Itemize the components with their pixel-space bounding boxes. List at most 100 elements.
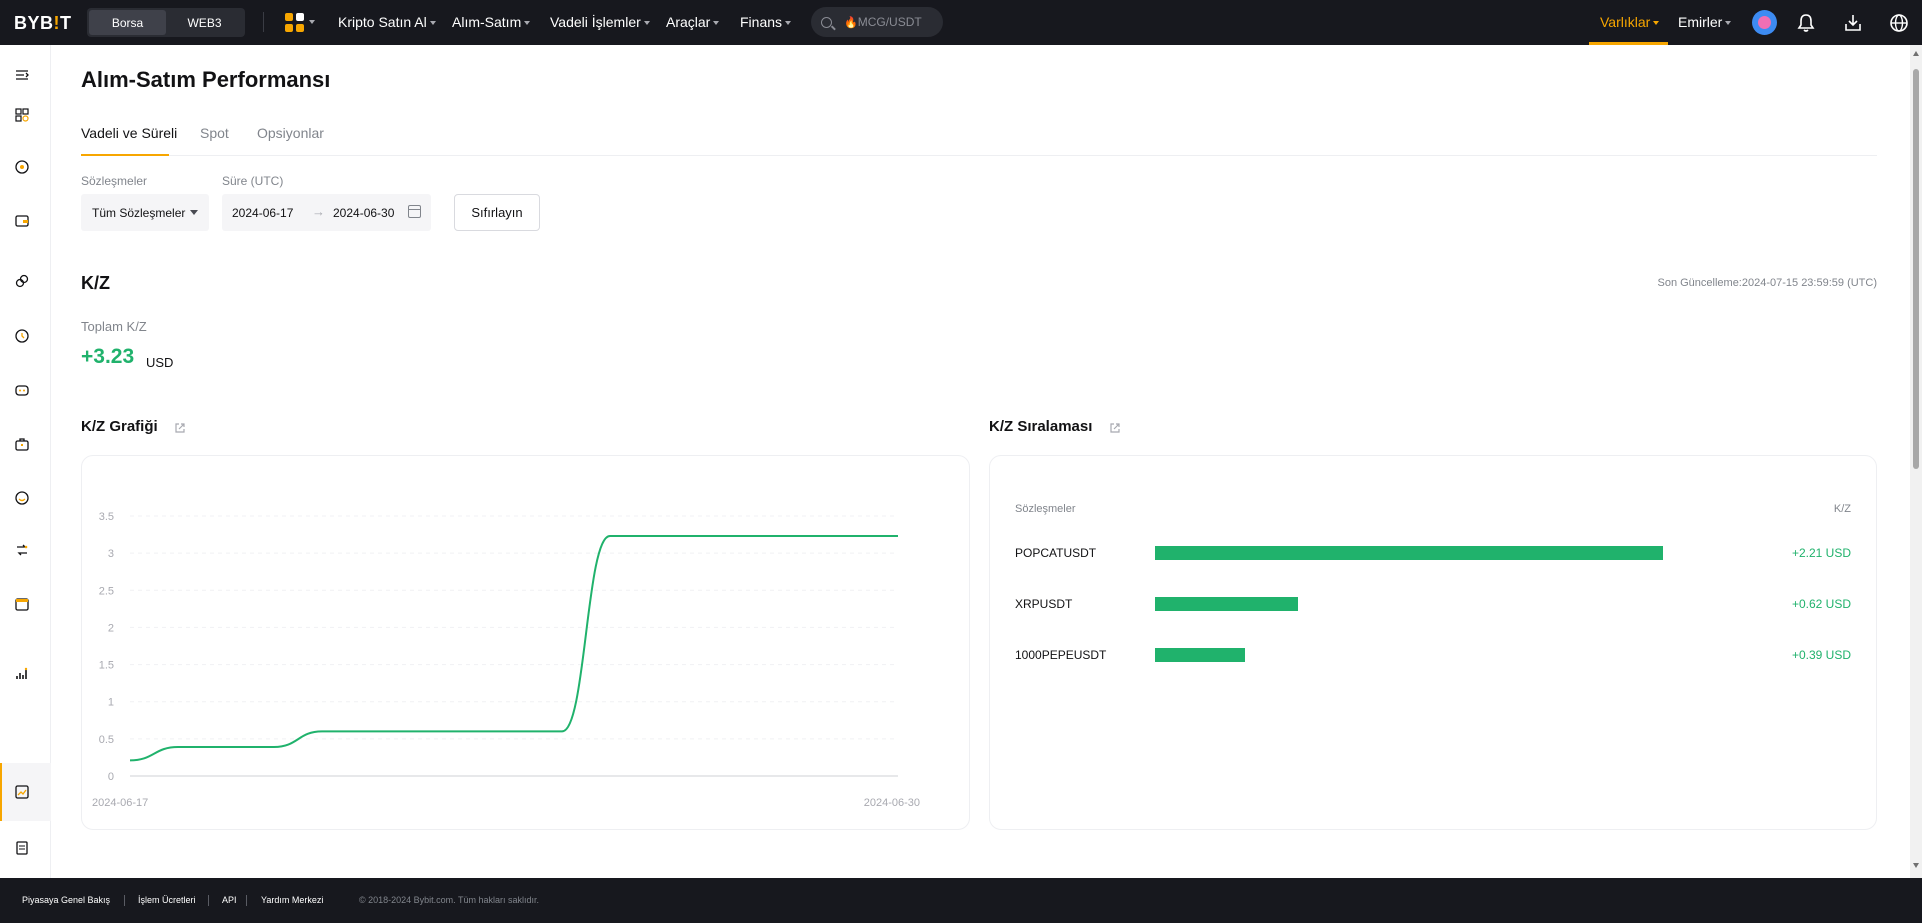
- chevron-down-icon: [309, 20, 315, 24]
- ranking-col-contract: Sözleşmeler: [1015, 503, 1076, 515]
- ranking-symbol: POPCATUSDT: [1015, 546, 1097, 560]
- segment-borsa[interactable]: Borsa: [89, 10, 166, 35]
- earn-icon[interactable]: [14, 490, 30, 506]
- date-range-picker[interactable]: 2024-06-17 → 2024-06-30: [222, 194, 431, 231]
- document-icon[interactable]: [14, 840, 30, 856]
- footer-divider: [246, 895, 247, 906]
- ranking-row: POPCATUSDT +2.21 USD: [990, 544, 1876, 564]
- ranking-bar: [1155, 546, 1663, 560]
- y-tick-label: 0.5: [99, 734, 114, 746]
- ranking-symbol: 1000PEPEUSDT: [1015, 648, 1107, 662]
- footer-link-market-overview[interactable]: Piyasaya Genel Bakış: [22, 895, 110, 905]
- chevron-down-icon: [1653, 21, 1660, 26]
- pnl-chart-card: 0 0.5 1 1.5 2 2.5 3 3.5 2024-06-17 2024-06-30: [81, 455, 970, 830]
- arrow-right-icon: →: [312, 204, 325, 219]
- tab-spot[interactable]: Spot: [200, 125, 229, 141]
- copy-trading-icon[interactable]: [14, 542, 30, 558]
- ranking-col-pnl: K/Z: [1833, 503, 1851, 515]
- ranking-pnl-value: +0.39 USD: [1791, 648, 1851, 662]
- nav-orders[interactable]: Emirler: [1678, 14, 1732, 30]
- pnl-chart-title: K/Z Grafiği: [81, 418, 158, 435]
- avatar[interactable]: [1752, 10, 1777, 35]
- segment-web3[interactable]: WEB3: [166, 10, 243, 35]
- search-input[interactable]: 🔥MCG/USDT: [811, 7, 943, 37]
- nav-trade[interactable]: Alım-Satım: [452, 14, 531, 30]
- chart-bars-icon[interactable]: [14, 666, 30, 682]
- ranking-symbol: XRPUSDT: [1015, 597, 1073, 611]
- contracts-select-value: Tüm Sözleşmeler: [92, 205, 186, 220]
- tab-options[interactable]: Opsiyonlar: [257, 125, 324, 141]
- ranking-pnl-value: +2.21 USD: [1791, 546, 1851, 560]
- page-title: Alım-Satım Performansı: [81, 67, 331, 92]
- exchange-web3-toggle: Borsa WEB3: [87, 8, 245, 37]
- ranking-row: 1000PEPEUSDT +0.39 USD: [990, 646, 1876, 666]
- total-pnl-label: Toplam K/Z: [81, 319, 147, 334]
- ranking-row: XRPUSDT +0.62 USD: [990, 595, 1876, 615]
- apps-grid-icon[interactable]: [285, 13, 304, 32]
- external-link-icon[interactable]: [174, 422, 186, 434]
- last-update-text: Son Güncelleme:2024-07-15 23:59:59 (UTC): [1657, 277, 1877, 289]
- reset-button[interactable]: Sıfırlayın: [454, 194, 540, 231]
- nav-tools[interactable]: Araçlar: [666, 14, 720, 30]
- chevron-down-icon: [785, 21, 792, 26]
- nav-finance[interactable]: Finans: [740, 14, 792, 30]
- footer: Piyasaya Genel Bakış İşlem Ücretleri API…: [0, 878, 1922, 923]
- scroll-down-arrow[interactable]: [1913, 863, 1919, 868]
- pnl-ranking-card: Sözleşmeler K/Z POPCATUSDT +2.21 USD XRPUS…: [989, 455, 1877, 830]
- nav-derivatives[interactable]: Vadeli İşlemler: [550, 14, 650, 30]
- briefcase-icon[interactable]: [14, 436, 30, 452]
- y-tick-label: 1.5: [99, 660, 114, 672]
- external-link-icon[interactable]: [1109, 422, 1121, 434]
- ranking-bar: [1155, 648, 1245, 662]
- footer-link-fees[interactable]: İşlem Ücretleri: [138, 895, 196, 905]
- contracts-select[interactable]: Tüm Sözleşmeler: [81, 194, 209, 231]
- nav-buy-crypto[interactable]: Kripto Satın Al: [338, 14, 436, 30]
- bell-icon[interactable]: [1795, 12, 1817, 34]
- date-to[interactable]: 2024-06-30: [333, 206, 394, 220]
- globe-icon[interactable]: [1888, 12, 1910, 34]
- y-tick-label: 0: [108, 771, 114, 783]
- search-placeholder: 🔥MCG/USDT: [844, 15, 922, 29]
- spot-coin-icon[interactable]: [14, 159, 30, 175]
- scroll-up-arrow[interactable]: [1913, 51, 1919, 56]
- tabs-divider: [81, 155, 1877, 156]
- page-scrollbar[interactable]: [1910, 45, 1922, 878]
- wallet-icon[interactable]: [14, 213, 30, 229]
- footer-divider: [208, 895, 209, 906]
- tab-futures[interactable]: Vadeli ve Süreli: [81, 125, 177, 141]
- chevron-down-icon: [524, 21, 531, 26]
- pnl-line-chart: 0 0.5 1 1.5 2 2.5 3 3.5 2024-06-17 2024-06-30: [92, 511, 920, 809]
- download-icon[interactable]: [1842, 12, 1864, 34]
- bot-icon[interactable]: [14, 382, 30, 398]
- footer-link-help-center[interactable]: Yardım Merkezi: [261, 895, 323, 905]
- date-from[interactable]: 2024-06-17: [232, 206, 293, 220]
- total-pnl-value: +3.23: [81, 345, 135, 368]
- x-tick-label-end: 2024-06-30: [864, 797, 920, 809]
- calendar-icon[interactable]: [408, 205, 421, 218]
- footer-link-api[interactable]: API: [222, 895, 237, 905]
- chevron-down-icon: [643, 21, 650, 26]
- footer-copyright: © 2018-2024 Bybit.com. Tüm hakları saklı…: [359, 895, 540, 905]
- dashboard-icon[interactable]: [14, 107, 30, 123]
- performance-icon[interactable]: [14, 784, 30, 800]
- top-nav: BYB!T Borsa WEB3 Kripto Satın Al Alım-Sa…: [0, 0, 1922, 45]
- pnl-series-line: [129, 535, 898, 762]
- menu-collapse-icon[interactable]: [14, 67, 30, 83]
- calendar-icon[interactable]: [14, 596, 30, 612]
- flame-icon: 🔥: [844, 17, 858, 29]
- scroll-thumb[interactable]: [1913, 69, 1919, 469]
- history-icon[interactable]: [14, 328, 30, 344]
- link-icon[interactable]: [14, 273, 30, 289]
- duration-label: Süre (UTC): [222, 174, 284, 188]
- x-tick-label-start: 2024-06-17: [92, 797, 148, 809]
- nav-divider: [263, 12, 264, 32]
- footer-divider: [124, 895, 125, 906]
- main-content: Alım-Satım Performansı Vadeli ve Süreli …: [52, 45, 1922, 900]
- bybit-logo[interactable]: BYB!T: [14, 13, 72, 34]
- ranking-bar: [1155, 597, 1298, 611]
- y-tick-label: 3: [108, 548, 114, 560]
- y-tick-label: 1: [108, 697, 114, 709]
- caret-down-icon: [190, 210, 198, 215]
- nav-assets[interactable]: Varlıklar: [1600, 14, 1660, 30]
- pnl-section-title: K/Z: [81, 273, 110, 293]
